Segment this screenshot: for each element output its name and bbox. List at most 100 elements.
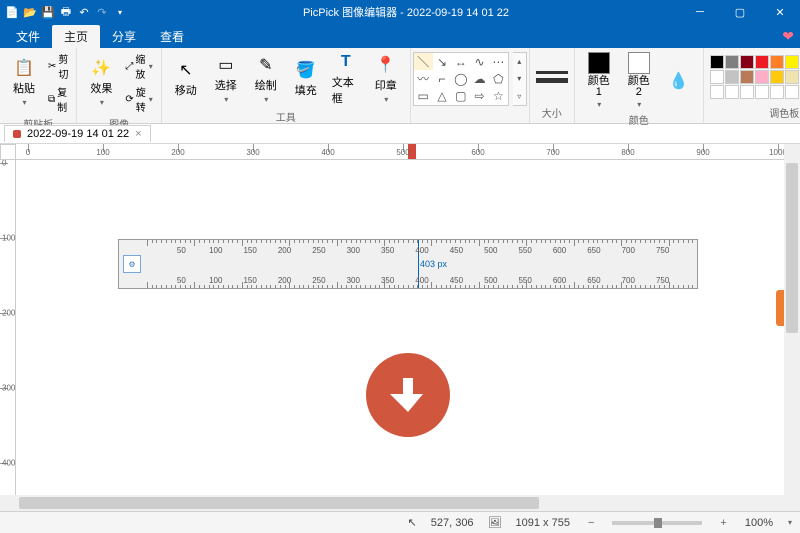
ruler-vertical[interactable]: 0100200300400	[0, 160, 16, 495]
document-canvas[interactable]: ⚙ 403 px 5010015020025030035040045050055…	[28, 163, 784, 495]
tab-file[interactable]: 文件	[4, 25, 52, 48]
group-tools-label: 工具	[276, 108, 296, 125]
color-swatch[interactable]	[710, 70, 724, 84]
tab-share[interactable]: 分享	[100, 25, 148, 48]
color-swatch[interactable]	[770, 55, 784, 69]
shape-curve-icon[interactable]: ∿	[470, 53, 489, 70]
document-tabs: 2022-09-19 14 01 22 ×	[0, 124, 800, 144]
eyedropper-button[interactable]: 💧	[661, 69, 697, 93]
color-swatch[interactable]	[740, 85, 754, 99]
close-button[interactable]: ✕	[760, 0, 800, 24]
color-swatch[interactable]	[785, 55, 799, 69]
shape-connector-icon[interactable]: ⌐	[433, 70, 452, 87]
scissors-icon: ✂	[48, 61, 56, 72]
shapes-expand[interactable]: ▿	[513, 88, 526, 105]
color-palette[interactable]	[710, 55, 800, 99]
color-swatch[interactable]	[725, 70, 739, 84]
zoom-out-button[interactable]: −	[584, 517, 598, 529]
ribbon-tabs: 文件 主页 分享 查看 ❤	[0, 24, 800, 48]
color-swatch[interactable]	[785, 70, 799, 84]
resize-button[interactable]: ⤢缩放▾	[123, 50, 154, 82]
shape-round-icon[interactable]: ▢	[451, 88, 470, 105]
shape-arrowr-icon[interactable]: ⇨	[470, 88, 489, 105]
minimize-button[interactable]: ─	[680, 0, 720, 24]
shape-ellipse-icon[interactable]: ◯	[451, 70, 470, 87]
group-shapes-label	[468, 108, 471, 121]
color-swatch[interactable]	[725, 55, 739, 69]
move-tool[interactable]: ↖移动	[168, 58, 204, 100]
color-swatch[interactable]	[755, 85, 769, 99]
modified-dot-icon	[13, 130, 21, 138]
shape-poly-icon[interactable]: ⬠	[489, 70, 508, 87]
color-swatch[interactable]	[740, 70, 754, 84]
pixel-ruler-tool[interactable]: ⚙ 403 px 5010015020025030035040045050055…	[118, 239, 698, 289]
fill-tool[interactable]: 🪣填充	[288, 58, 324, 100]
shapes-scroll-up[interactable]: ▴	[513, 53, 526, 70]
shape-more-icon[interactable]: ⋯	[489, 53, 508, 70]
scrollbar-h-thumb[interactable]	[19, 497, 539, 509]
paste-button[interactable]: 📋 粘贴 ▾	[6, 56, 42, 109]
draw-tool[interactable]: ✎绘制▾	[248, 53, 284, 106]
color-swatch[interactable]	[770, 70, 784, 84]
new-icon[interactable]: 📄	[4, 4, 20, 20]
shape-zig-icon[interactable]: 〰	[414, 70, 433, 87]
open-icon[interactable]: 📂	[22, 4, 38, 20]
tab-view[interactable]: 查看	[148, 25, 196, 48]
cut-button[interactable]: ✂剪切	[46, 50, 70, 82]
redo-icon[interactable]: ↷	[94, 4, 110, 20]
stamp-tool[interactable]: 📍印章▾	[368, 53, 404, 106]
gear-icon[interactable]: ⚙	[123, 255, 141, 273]
shape-line-icon[interactable]: ＼	[414, 53, 433, 70]
shape-cloud-icon[interactable]: ☁	[470, 70, 489, 87]
rotate-button[interactable]: ⟳旋转▾	[123, 83, 154, 115]
group-image: ✨ 效果 ▾ ⤢缩放▾ ⟳旋转▾ 图像	[77, 48, 161, 123]
color1-button[interactable]: 颜色 1▾	[581, 50, 617, 111]
document-tab[interactable]: 2022-09-19 14 01 22 ×	[4, 125, 151, 142]
line-width-picker[interactable]	[536, 71, 568, 83]
close-tab-icon[interactable]: ×	[135, 128, 141, 140]
scrollbar-v-thumb[interactable]	[786, 163, 798, 333]
undo-icon[interactable]: ↶	[76, 4, 92, 20]
group-palette-label: 调色板	[769, 104, 799, 121]
shape-double-icon[interactable]: ↔	[451, 53, 470, 70]
shapes-gallery[interactable]: ＼ ↘ ↔ ∿ ⋯ 〰 ⌐ ◯ ☁ ⬠ ▭ △ ▢ ⇨ ☆	[413, 52, 509, 106]
shape-rect-icon[interactable]: ▭	[414, 88, 433, 105]
ruler-horizontal[interactable]: 01002003004005006007008009001000	[16, 144, 784, 160]
color-swatch[interactable]	[785, 85, 799, 99]
color2-button[interactable]: 颜色 2▾	[621, 50, 657, 111]
shape-arrow-icon[interactable]: ↘	[433, 53, 452, 70]
color-swatch[interactable]	[770, 85, 784, 99]
color-swatch[interactable]	[725, 85, 739, 99]
side-handle[interactable]	[776, 290, 784, 326]
select-tool[interactable]: ▭选择▾	[208, 53, 244, 106]
image-icon: 🖼	[488, 516, 502, 529]
color-swatch[interactable]	[755, 70, 769, 84]
maximize-button[interactable]: ▢	[720, 0, 760, 24]
zoom-dropdown-icon[interactable]: ▾	[788, 518, 792, 527]
effects-button[interactable]: ✨ 效果 ▾	[83, 56, 119, 109]
print-icon[interactable]: 🖶	[58, 4, 74, 20]
canvas-viewport[interactable]: ⚙ 403 px 5010015020025030035040045050055…	[16, 160, 784, 495]
zoom-in-button[interactable]: +	[716, 517, 730, 529]
color-swatch[interactable]	[755, 55, 769, 69]
color-swatch[interactable]	[710, 55, 724, 69]
color-swatch[interactable]	[710, 85, 724, 99]
color-swatch[interactable]	[740, 55, 754, 69]
text-tool[interactable]: T文本框	[328, 50, 364, 108]
window-title: PicPick 图像编辑器 - 2022-09-19 14 01 22	[132, 4, 680, 20]
title-bar: 📄 📂 💾 🖶 ↶ ↷ ▾ PicPick 图像编辑器 - 2022-09-19…	[0, 0, 800, 24]
shapes-scroll-down[interactable]: ▾	[513, 70, 526, 87]
save-icon[interactable]: 💾	[40, 4, 56, 20]
shape-tri-icon[interactable]: △	[433, 88, 452, 105]
copy-button[interactable]: ⧉复制	[46, 83, 70, 115]
group-palette: 调色板	[704, 48, 800, 123]
scrollbar-horizontal[interactable]	[16, 495, 784, 511]
ribbon: 📋 粘贴 ▾ ✂剪切 ⧉复制 剪贴板 ✨ 效果 ▾ ⤢缩放▾ ⟳旋转▾ 图像	[0, 48, 800, 124]
tab-home[interactable]: 主页	[52, 25, 100, 48]
qat-dropdown-icon[interactable]: ▾	[112, 4, 128, 20]
zoom-slider[interactable]	[612, 521, 702, 525]
scrollbar-vertical[interactable]	[784, 160, 800, 495]
zoom-slider-thumb[interactable]	[654, 518, 662, 528]
shape-star-icon[interactable]: ☆	[489, 88, 508, 105]
heart-icon[interactable]: ❤	[782, 28, 794, 45]
